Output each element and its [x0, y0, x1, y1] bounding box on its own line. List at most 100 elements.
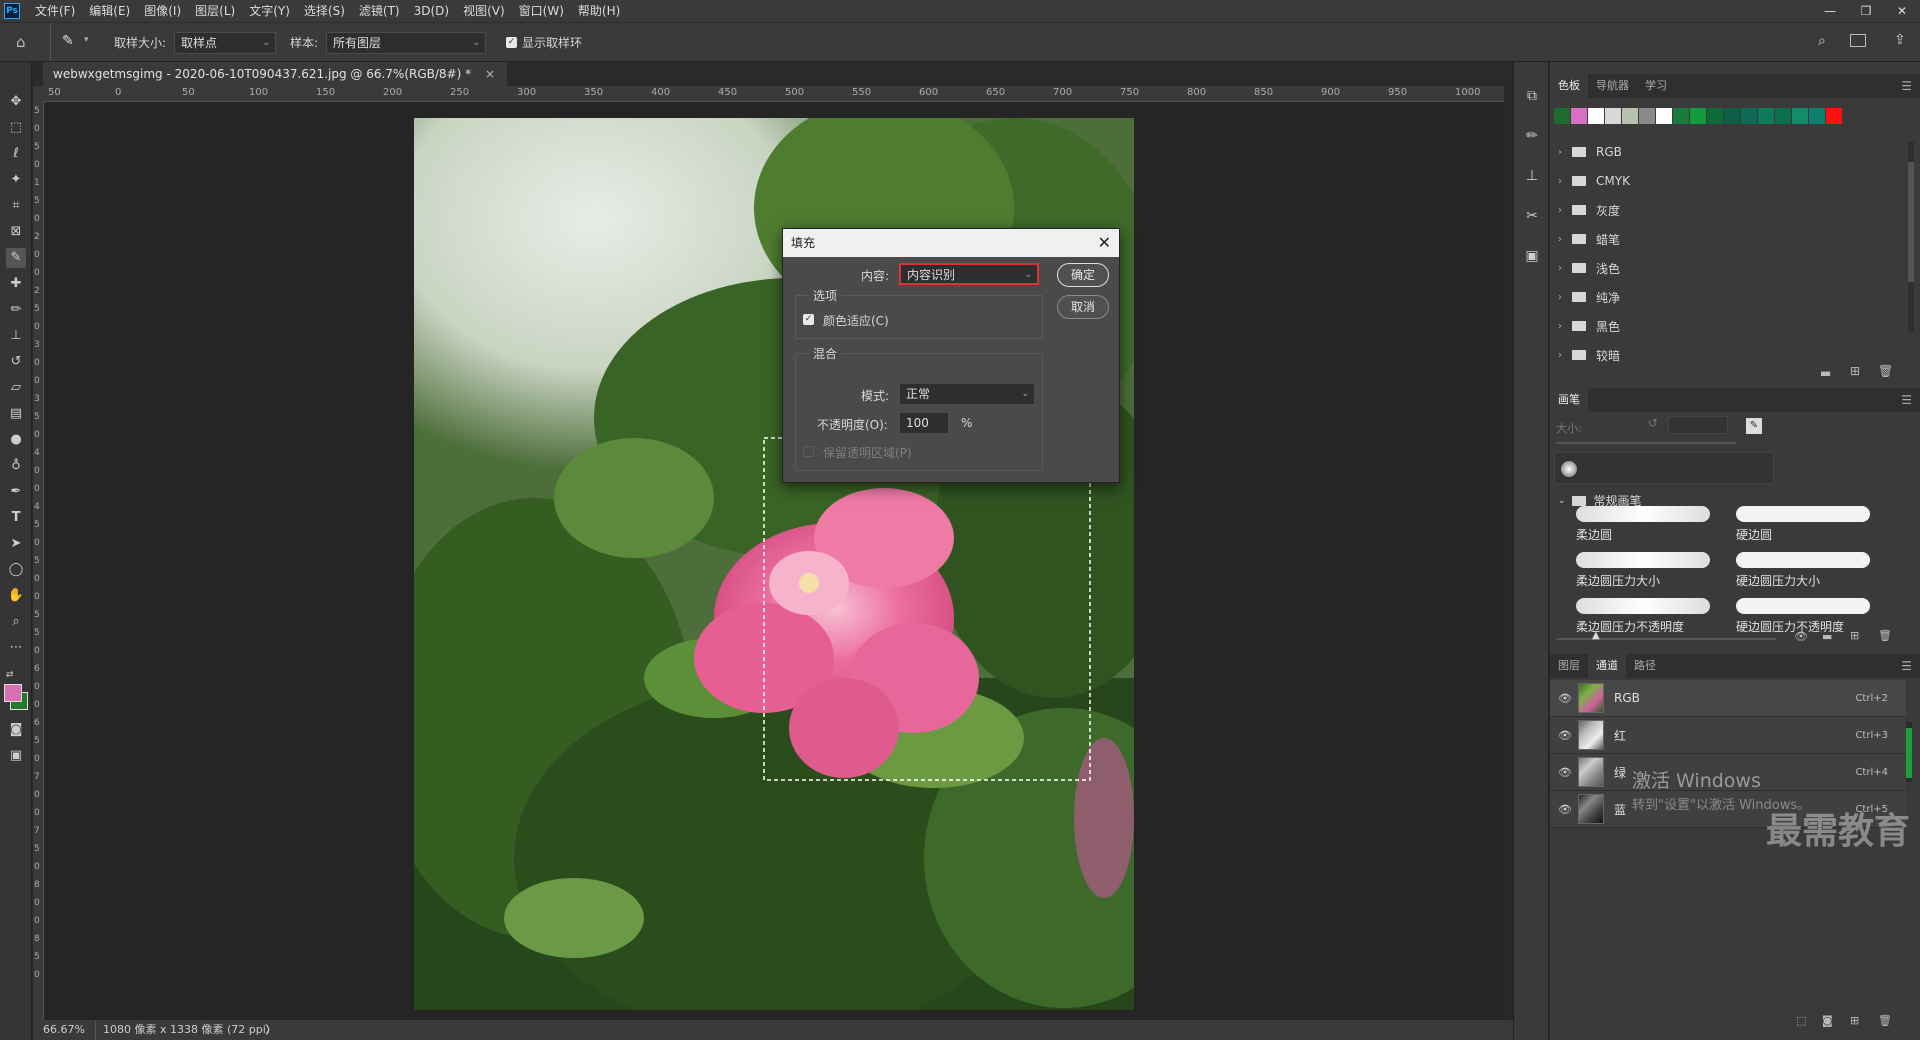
history-panel-icon[interactable]: ⧉ — [1522, 86, 1542, 106]
gradient-tool-icon[interactable]: ▤ — [6, 404, 26, 424]
eye-icon[interactable]: 👁 — [1558, 766, 1572, 779]
new-channel-icon[interactable]: ⊞ — [1850, 1014, 1859, 1027]
restore-button[interactable]: ❐ — [1848, 0, 1884, 22]
cancel-button[interactable]: 取消 — [1057, 295, 1109, 319]
menu-item[interactable]: 滤镜(T) — [352, 0, 407, 22]
panel-menu-icon[interactable]: ☰ — [1901, 74, 1912, 98]
mode-select[interactable]: 正常 ⌄ — [899, 383, 1035, 405]
delete-icon[interactable]: 🗑 — [1878, 364, 1893, 378]
tab-learn[interactable]: 学习 — [1637, 74, 1675, 98]
eyedropper-tool-icon[interactable]: ✎ — [6, 248, 26, 268]
delete-channel-icon[interactable]: 🗑 — [1878, 1014, 1892, 1027]
color-swatch[interactable] — [1741, 108, 1757, 124]
horizontal-ruler[interactable]: 50 0 50 100 150 200 250 300 350 400 450 500 550 600 65… — [44, 86, 1504, 102]
eraser-tool-icon[interactable]: ▱ — [6, 378, 26, 398]
tool-presets-icon[interactable]: ✂ — [1522, 206, 1542, 226]
swatch-folder[interactable]: › 灰度 — [1558, 198, 1898, 222]
new-brush-icon[interactable]: ⊞ — [1850, 629, 1859, 642]
status-menu-arrow-icon[interactable]: 〉 — [265, 1020, 276, 1040]
screen-mode-icon[interactable]: ▣ — [6, 746, 26, 766]
eye-icon[interactable]: 👁 — [1558, 692, 1572, 705]
brush-preset[interactable]: 硬边圆 — [1730, 502, 1878, 546]
eye-icon[interactable]: 👁 — [1558, 803, 1572, 816]
quick-mask-icon[interactable]: ◙ — [6, 720, 26, 740]
eye-icon[interactable]: 👁 — [1558, 729, 1572, 742]
menu-item[interactable]: 选择(S) — [297, 0, 352, 22]
show-ring-checkbox[interactable]: ✓ — [506, 37, 517, 48]
menu-item[interactable]: 帮助(H) — [571, 0, 627, 22]
content-select[interactable]: 内容识别 ⌄ — [899, 263, 1039, 285]
menu-item[interactable]: 编辑(E) — [82, 0, 137, 22]
color-swatch[interactable] — [1690, 108, 1706, 124]
load-selection-icon[interactable]: ⬚ — [1796, 1014, 1806, 1027]
tab-swatches[interactable]: 色板 — [1550, 74, 1588, 98]
crop-tool-icon[interactable]: ⌗ — [6, 196, 26, 216]
tab-close-icon[interactable]: × — [485, 67, 495, 81]
toggle-preview-icon[interactable]: 👁 — [1794, 630, 1808, 643]
color-swatch[interactable] — [1656, 108, 1672, 124]
search-icon[interactable]: ⌕ — [1818, 33, 1826, 49]
delete-icon[interactable]: 🗑 — [1878, 629, 1892, 642]
foreground-color-swatch[interactable] — [4, 684, 22, 702]
menu-item[interactable]: 3D(D) — [407, 0, 456, 22]
channels-scrollbar[interactable] — [1906, 722, 1912, 782]
close-button[interactable]: ✕ — [1884, 0, 1920, 22]
marquee-tool-icon[interactable]: ⬚ — [6, 118, 26, 138]
brush-preset[interactable]: 柔边圆 — [1570, 502, 1718, 546]
zoom-level[interactable]: 66.67% — [43, 1020, 85, 1040]
chevron-right-icon[interactable]: › — [1558, 176, 1562, 187]
history-brush-tool-icon[interactable]: ↺ — [6, 352, 26, 372]
swatch-folder[interactable]: › 蜡笔 — [1558, 227, 1898, 251]
slider-handle-icon[interactable]: ▲ — [1592, 630, 1600, 641]
reset-icon[interactable]: ↺ — [1648, 416, 1658, 430]
color-swatch[interactable] — [1707, 108, 1723, 124]
color-swatch[interactable] — [1673, 108, 1689, 124]
swatch-folder[interactable]: › 浅色 — [1558, 256, 1898, 280]
more-tools-icon[interactable]: ⋯ — [6, 638, 26, 658]
libraries-icon[interactable]: ▣ — [1522, 246, 1542, 266]
swatch-scrollbar[interactable] — [1908, 142, 1914, 332]
tab-paths[interactable]: 路径 — [1626, 654, 1664, 678]
chevron-right-icon[interactable]: › — [1558, 350, 1562, 361]
color-swatch[interactable] — [1775, 108, 1791, 124]
sample-select[interactable]: 所有图层 ⌄ — [326, 32, 486, 54]
brush-preset[interactable]: 硬边圆压力不透明度 — [1730, 594, 1878, 632]
color-swatch[interactable] — [1571, 108, 1587, 124]
brush-settings-icon[interactable]: ✏ — [1522, 126, 1542, 146]
stamp-tool-icon[interactable]: ⊥ — [6, 326, 26, 346]
panel-menu-icon[interactable]: ☰ — [1901, 654, 1912, 678]
chevron-right-icon[interactable]: › — [1558, 205, 1562, 216]
dialog-close-icon[interactable]: ✕ — [1098, 229, 1111, 257]
color-swatch[interactable] — [1792, 108, 1808, 124]
minimize-button[interactable]: — — [1812, 0, 1848, 22]
chevron-right-icon[interactable]: › — [1558, 147, 1562, 158]
new-swatch-icon[interactable]: ⊞ — [1850, 364, 1860, 378]
zoom-tool-icon[interactable]: ⌕ — [6, 612, 26, 632]
color-swatch[interactable] — [1758, 108, 1774, 124]
color-swatch[interactable] — [1826, 108, 1842, 124]
new-group-icon[interactable]: ▬ — [1822, 630, 1832, 643]
swatch-folder[interactable]: › 纯净 — [1558, 285, 1898, 309]
swap-colors-icon[interactable]: ⇄ — [6, 670, 14, 680]
color-swatch[interactable] — [1724, 108, 1740, 124]
brush-tool-icon[interactable]: ✏ — [6, 300, 26, 320]
brush-preview-slider[interactable] — [1556, 638, 1776, 640]
save-selection-icon[interactable]: ◙ — [1822, 1014, 1833, 1027]
swatch-folder[interactable]: › CMYK — [1558, 169, 1898, 193]
pen-tool-icon[interactable]: ✒ — [6, 482, 26, 502]
path-selection-tool-icon[interactable]: ➤ — [6, 534, 26, 554]
color-swatch[interactable] — [1588, 108, 1604, 124]
ellipse-tool-icon[interactable]: ◯ — [6, 560, 26, 580]
swatch-folder[interactable]: › 较暗 — [1558, 343, 1898, 367]
tab-channels[interactable]: 通道 — [1588, 654, 1626, 678]
swatch-folder[interactable]: › 黑色 — [1558, 314, 1898, 338]
menu-item[interactable]: 文字(Y) — [242, 0, 297, 22]
frame-tool-icon[interactable]: ⊠ — [6, 222, 26, 242]
brush-preset[interactable]: 硬边圆压力大小 — [1730, 548, 1878, 592]
dodge-tool-icon[interactable]: ♁ — [6, 456, 26, 476]
new-brush-icon[interactable]: ✎ — [1746, 418, 1762, 434]
chevron-down-icon[interactable]: ▾ — [84, 35, 89, 45]
sample-size-select[interactable]: 取样点 ⌄ — [174, 32, 276, 54]
chevron-right-icon[interactable]: › — [1558, 263, 1562, 274]
workspace-icon[interactable] — [1850, 34, 1866, 47]
